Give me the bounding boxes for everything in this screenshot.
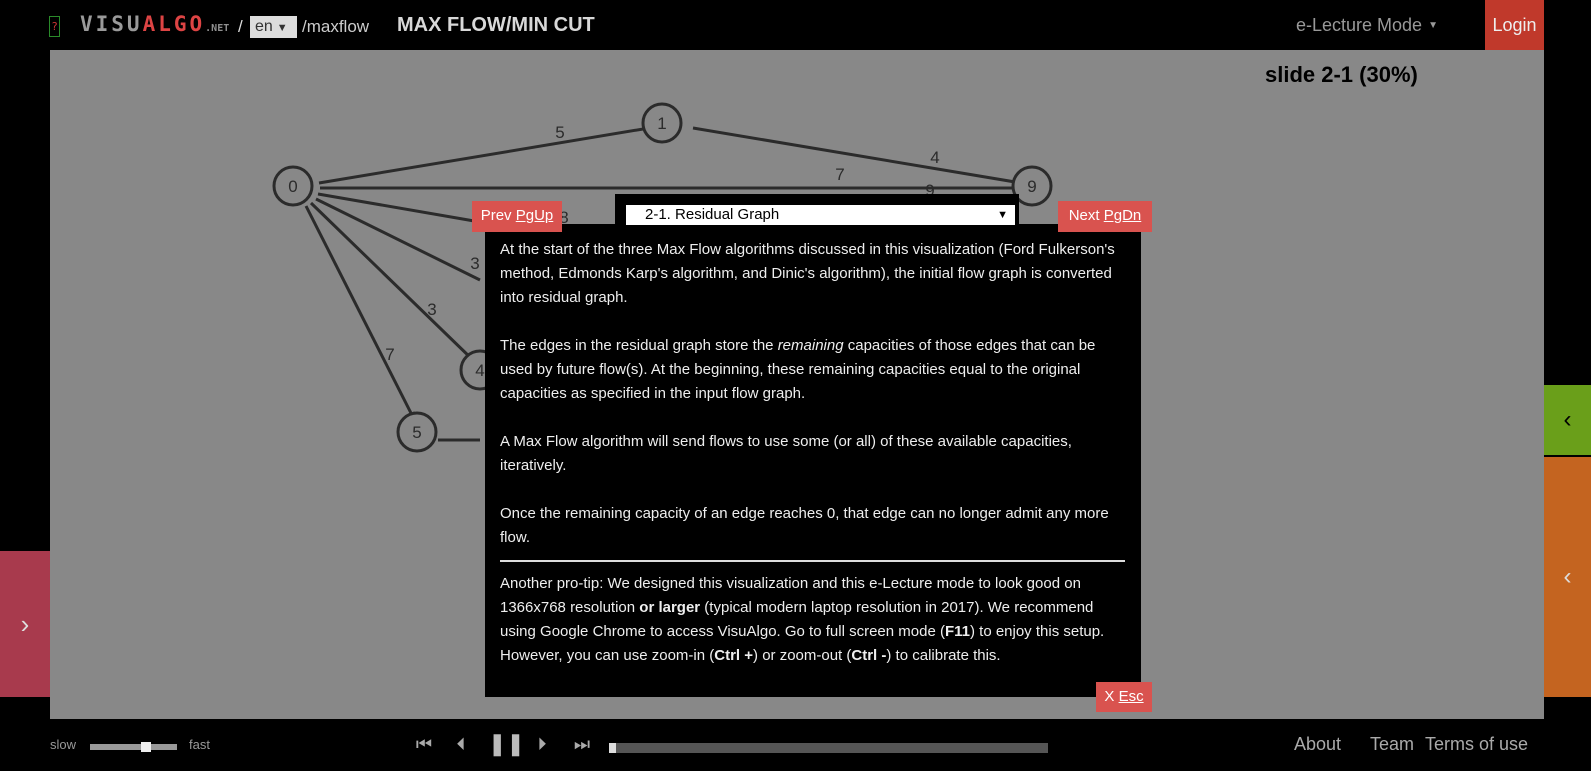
edge-label-0-1: 5: [555, 123, 564, 142]
slide-select-dropdown[interactable]: 2-1. Residual Graph ▼: [626, 205, 1015, 225]
slide-select-value: 2-1. Residual Graph: [645, 206, 780, 223]
progress-bar[interactable]: [609, 743, 1048, 753]
speed-fast-label: fast: [189, 737, 210, 752]
logo-part-visu: VISU: [80, 12, 143, 36]
visualgo-logo[interactable]: VISUALGO.NET: [80, 12, 229, 36]
chevron-down-icon: ▼: [997, 209, 1008, 221]
terms-link[interactable]: Terms of use: [1425, 734, 1528, 755]
chevron-left-icon: ‹: [1563, 563, 1572, 590]
side-panel-left-toggle[interactable]: ›: [0, 551, 50, 697]
node-label-5: 5: [412, 423, 421, 442]
edge-0-4: [309, 201, 477, 364]
electure-paragraph-3: A Max Flow algorithm will send flows to …: [500, 433, 1072, 474]
edge-label-0-9: 7: [835, 165, 844, 184]
node-label-0: 0: [288, 177, 297, 196]
edge-label-3a: 3: [470, 254, 479, 273]
electure-paragraph-1: At the start of the three Max Flow algor…: [500, 241, 1115, 306]
edge-label-3b: 3: [427, 300, 436, 319]
close-electure-button[interactable]: X Esc: [1096, 682, 1152, 712]
slide-select-bar: 2-1. Residual Graph ▼: [615, 194, 1019, 225]
electure-paragraph-2: The edges in the residual graph store th…: [500, 334, 1125, 406]
go-to-first-button[interactable]: ⏮: [412, 729, 436, 759]
chevron-left-icon: ‹: [1563, 406, 1572, 433]
login-button[interactable]: Login: [1485, 0, 1544, 50]
emphasis-remaining: remaining: [777, 337, 844, 354]
node-label-4: 4: [475, 361, 484, 380]
language-value: en: [255, 18, 273, 35]
next-label: Next: [1068, 207, 1100, 224]
mode-select[interactable]: e-Lecture Mode ▼: [1296, 15, 1438, 36]
chevron-right-icon: ›: [20, 609, 30, 639]
divider: [500, 560, 1125, 562]
logo-part-algo: ALGO: [142, 12, 206, 36]
page-title: MAX FLOW/MIN CUT: [397, 14, 595, 36]
bottom-controls: slow fast ⏮ ⏴ ❚❚ ⏵ ⏭ About Team Terms of…: [0, 719, 1591, 771]
text-span: The edges in the residual graph store th…: [500, 337, 778, 354]
prev-key: PgUp: [515, 207, 554, 224]
text-span: ) or zoom-out (: [753, 647, 852, 664]
electure-dialog: At the start of the three Max Flow algor…: [485, 224, 1141, 697]
node-label-1: 1: [657, 114, 666, 133]
language-select[interactable]: en ▼: [250, 16, 297, 38]
chevron-down-icon: ▼: [1428, 20, 1438, 31]
edge-0-mid-top: [317, 192, 481, 224]
electure-paragraph-4: Once the remaining capacity of an edge r…: [500, 505, 1109, 546]
next-key: PgDn: [1103, 207, 1142, 224]
team-link[interactable]: Team: [1370, 734, 1414, 755]
electure-pro-tip: Another pro-tip: We designed this visual…: [500, 572, 1125, 668]
pause-button[interactable]: ❚❚: [488, 729, 525, 759]
side-panel-right-green-toggle[interactable]: ‹: [1544, 385, 1591, 455]
text-span: ) to calibrate this.: [886, 647, 1001, 664]
edge-0-1: [318, 124, 656, 185]
logo-part-net: .NET: [205, 23, 230, 34]
bold-text: F11: [944, 623, 970, 640]
progress-fill: [609, 743, 616, 753]
edge-0-mid: [315, 197, 481, 282]
mode-value: e-Lecture Mode: [1296, 15, 1423, 35]
about-link[interactable]: About: [1294, 734, 1341, 755]
slide-indicator: slide 2-1 (30%): [1265, 62, 1418, 87]
side-panel-right-orange-toggle[interactable]: ‹: [1544, 457, 1591, 697]
close-icon: X: [1104, 688, 1115, 705]
bold-text: Ctrl +: [714, 647, 754, 664]
speed-slider-thumb[interactable]: [140, 742, 151, 752]
help-icon[interactable]: ?: [49, 16, 60, 37]
top-navbar: ? VISUALGO.NET / en ▼ /maxflow MAX FLOW/M…: [0, 0, 1591, 50]
edge-1-9: [692, 126, 1034, 188]
step-forward-button[interactable]: ⏵: [530, 729, 554, 759]
bold-text: Ctrl -: [851, 647, 887, 664]
prev-label: Prev: [480, 207, 512, 224]
prev-slide-button[interactable]: Prev PgUp: [472, 201, 562, 232]
logo-separator: /: [238, 17, 243, 36]
next-slide-button[interactable]: Next PgDn: [1058, 201, 1152, 232]
go-to-last-button[interactable]: ⏭: [570, 729, 594, 759]
step-back-button[interactable]: ⏴: [449, 729, 473, 759]
speed-slow-label: slow: [50, 737, 77, 752]
chevron-down-icon: ▼: [276, 22, 288, 34]
edge-label-1-9: 4: [930, 148, 939, 167]
bold-text: or larger: [639, 599, 701, 616]
speed-slider[interactable]: [90, 744, 177, 750]
esc-key: Esc: [1118, 688, 1144, 705]
edge-label-7: 7: [385, 345, 394, 364]
page-path: /maxflow: [302, 17, 370, 36]
electure-content: At the start of the three Max Flow algor…: [500, 238, 1125, 692]
node-label-9: 9: [1027, 177, 1036, 196]
